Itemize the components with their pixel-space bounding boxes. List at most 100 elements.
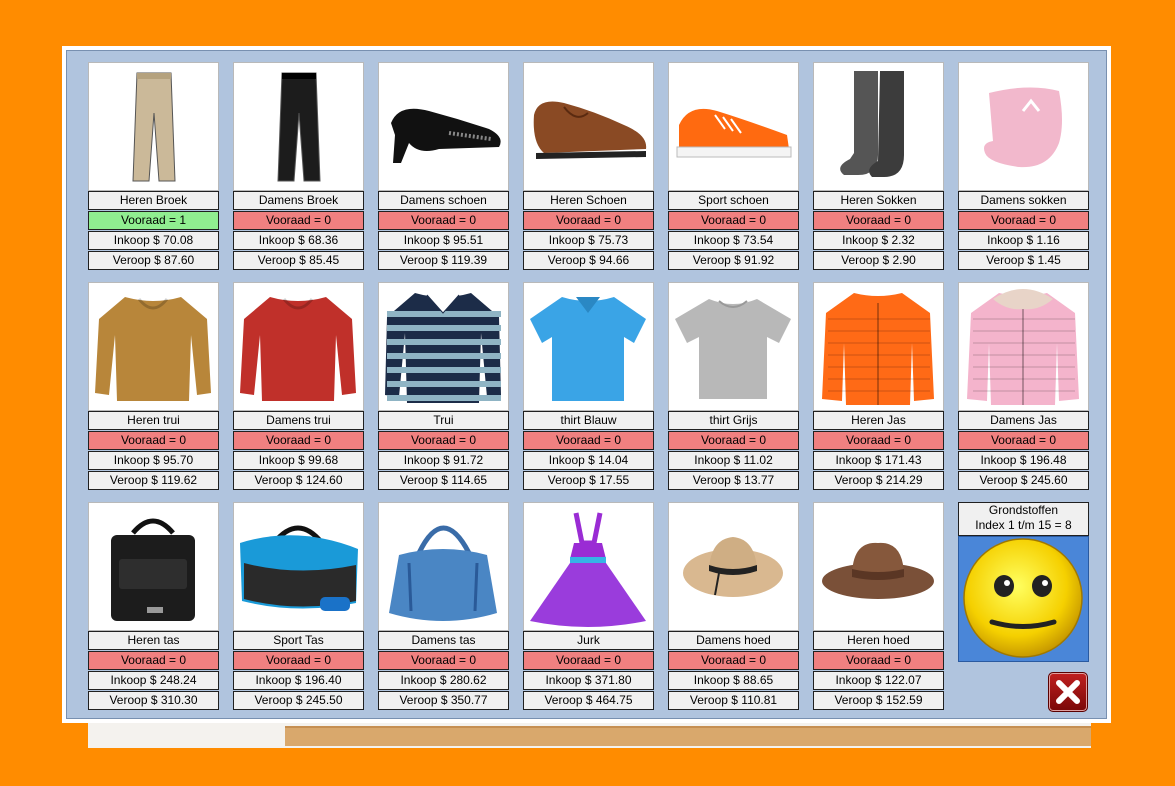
product-stock: Vooraad = 0 bbox=[668, 651, 799, 670]
product-stock: Vooraad = 0 bbox=[668, 211, 799, 230]
smiley-face-icon bbox=[963, 538, 1083, 658]
product-sell-price: Veroop $ 245.60 bbox=[958, 471, 1089, 490]
sneaker-icon bbox=[676, 108, 792, 158]
background-shelf bbox=[285, 726, 1091, 746]
product-sell-price: Veroop $ 87.60 bbox=[88, 251, 219, 270]
product-sell-price: Veroop $ 110.81 bbox=[668, 691, 799, 710]
product-stock: Vooraad = 0 bbox=[958, 431, 1089, 450]
product-image[interactable] bbox=[668, 502, 799, 631]
polo-shirt-icon bbox=[530, 297, 646, 401]
product-name: Damens Broek bbox=[233, 191, 364, 210]
product-image[interactable] bbox=[668, 62, 799, 191]
sport-bag-icon bbox=[240, 525, 358, 611]
product-image[interactable] bbox=[378, 62, 509, 191]
product-buy-price: Inkoop $ 196.48 bbox=[958, 451, 1089, 470]
grondstoffen-title: Grondstoffen bbox=[988, 503, 1059, 517]
product-sell-price: Veroop $ 1.45 bbox=[958, 251, 1089, 270]
product-stock: Vooraad = 1 bbox=[88, 211, 219, 230]
socks-icon bbox=[840, 71, 904, 177]
product-name: Trui bbox=[378, 411, 509, 430]
product-image[interactable] bbox=[668, 282, 799, 411]
product-stock: Vooraad = 0 bbox=[668, 431, 799, 450]
product-image[interactable] bbox=[523, 62, 654, 191]
product-image[interactable] bbox=[523, 282, 654, 411]
product-buy-price: Inkoop $ 99.68 bbox=[233, 451, 364, 470]
product-image[interactable] bbox=[233, 282, 364, 411]
product-sell-price: Veroop $ 94.66 bbox=[523, 251, 654, 270]
product-stock: Vooraad = 0 bbox=[88, 651, 219, 670]
product-image[interactable] bbox=[88, 282, 219, 411]
product-image[interactable] bbox=[88, 62, 219, 191]
product-buy-price: Inkoop $ 73.54 bbox=[668, 231, 799, 250]
product-image[interactable] bbox=[523, 502, 654, 631]
product-image[interactable] bbox=[958, 62, 1089, 191]
product-image[interactable] bbox=[233, 62, 364, 191]
product-stock: Vooraad = 0 bbox=[813, 431, 944, 450]
product-sell-price: Veroop $ 119.39 bbox=[378, 251, 509, 270]
striped-sweater-icon bbox=[385, 293, 501, 403]
product-buy-price: Inkoop $ 2.32 bbox=[813, 231, 944, 250]
product-stock: Vooraad = 0 bbox=[813, 211, 944, 230]
product-image[interactable] bbox=[813, 282, 944, 411]
product-image[interactable] bbox=[233, 502, 364, 631]
product-buy-price: Inkoop $ 371.80 bbox=[523, 671, 654, 690]
product-name: Sport schoen bbox=[668, 191, 799, 210]
laptop-bag-icon bbox=[111, 518, 195, 621]
product-stock: Vooraad = 0 bbox=[233, 431, 364, 450]
grondstoffen-box: Grondstoffen Index 1 t/m 15 = 8 bbox=[958, 502, 1089, 536]
product-name: Damens schoen bbox=[378, 191, 509, 210]
sweater-icon bbox=[95, 297, 211, 401]
product-image[interactable] bbox=[378, 282, 509, 411]
product-sell-price: Veroop $ 114.65 bbox=[378, 471, 509, 490]
product-stock: Vooraad = 0 bbox=[233, 211, 364, 230]
product-sell-price: Veroop $ 214.29 bbox=[813, 471, 944, 490]
product-buy-price: Inkoop $ 95.70 bbox=[88, 451, 219, 470]
product-sell-price: Veroop $ 91.92 bbox=[668, 251, 799, 270]
handbag-icon bbox=[389, 525, 497, 621]
product-stock: Vooraad = 0 bbox=[958, 211, 1089, 230]
product-name: Jurk bbox=[523, 631, 654, 650]
product-sell-price: Veroop $ 17.55 bbox=[523, 471, 654, 490]
sock-icon bbox=[984, 87, 1062, 168]
product-stock: Vooraad = 0 bbox=[378, 431, 509, 450]
product-buy-price: Inkoop $ 14.04 bbox=[523, 451, 654, 470]
product-name: thirt Blauw bbox=[523, 411, 654, 430]
product-buy-price: Inkoop $ 95.51 bbox=[378, 231, 509, 250]
product-stock: Vooraad = 0 bbox=[233, 651, 364, 670]
product-buy-price: Inkoop $ 70.08 bbox=[88, 231, 219, 250]
dress-icon bbox=[530, 512, 646, 627]
fedora-icon bbox=[822, 542, 934, 599]
product-sell-price: Veroop $ 245.50 bbox=[233, 691, 364, 710]
close-button[interactable] bbox=[1048, 672, 1088, 712]
product-name: Damens Jas bbox=[958, 411, 1089, 430]
product-name: Damens tas bbox=[378, 631, 509, 650]
product-image[interactable] bbox=[813, 62, 944, 191]
product-name: Heren Broek bbox=[88, 191, 219, 210]
product-sell-price: Veroop $ 350.77 bbox=[378, 691, 509, 710]
product-sell-price: Veroop $ 85.45 bbox=[233, 251, 364, 270]
product-sell-price: Veroop $ 13.77 bbox=[668, 471, 799, 490]
product-name: Damens hoed bbox=[668, 631, 799, 650]
jacket-icon bbox=[967, 289, 1079, 405]
product-stock: Vooraad = 0 bbox=[378, 651, 509, 670]
product-image[interactable] bbox=[88, 502, 219, 631]
product-buy-price: Inkoop $ 88.65 bbox=[668, 671, 799, 690]
product-image[interactable] bbox=[813, 502, 944, 631]
product-stock: Vooraad = 0 bbox=[378, 211, 509, 230]
product-buy-price: Inkoop $ 171.43 bbox=[813, 451, 944, 470]
product-image[interactable] bbox=[378, 502, 509, 631]
product-name: Damens trui bbox=[233, 411, 364, 430]
product-buy-price: Inkoop $ 1.16 bbox=[958, 231, 1089, 250]
product-name: Heren trui bbox=[88, 411, 219, 430]
product-name: Sport Tas bbox=[233, 631, 364, 650]
product-name: Heren Sokken bbox=[813, 191, 944, 210]
product-buy-price: Inkoop $ 122.07 bbox=[813, 671, 944, 690]
product-buy-price: Inkoop $ 68.36 bbox=[233, 231, 364, 250]
product-sell-price: Veroop $ 152.59 bbox=[813, 691, 944, 710]
product-name: thirt Grijs bbox=[668, 411, 799, 430]
sun-hat-icon bbox=[683, 537, 783, 597]
product-image[interactable] bbox=[958, 282, 1089, 411]
product-buy-price: Inkoop $ 91.72 bbox=[378, 451, 509, 470]
grondstoffen-index: Index 1 t/m 15 = 8 bbox=[975, 518, 1072, 532]
product-stock: Vooraad = 0 bbox=[523, 431, 654, 450]
